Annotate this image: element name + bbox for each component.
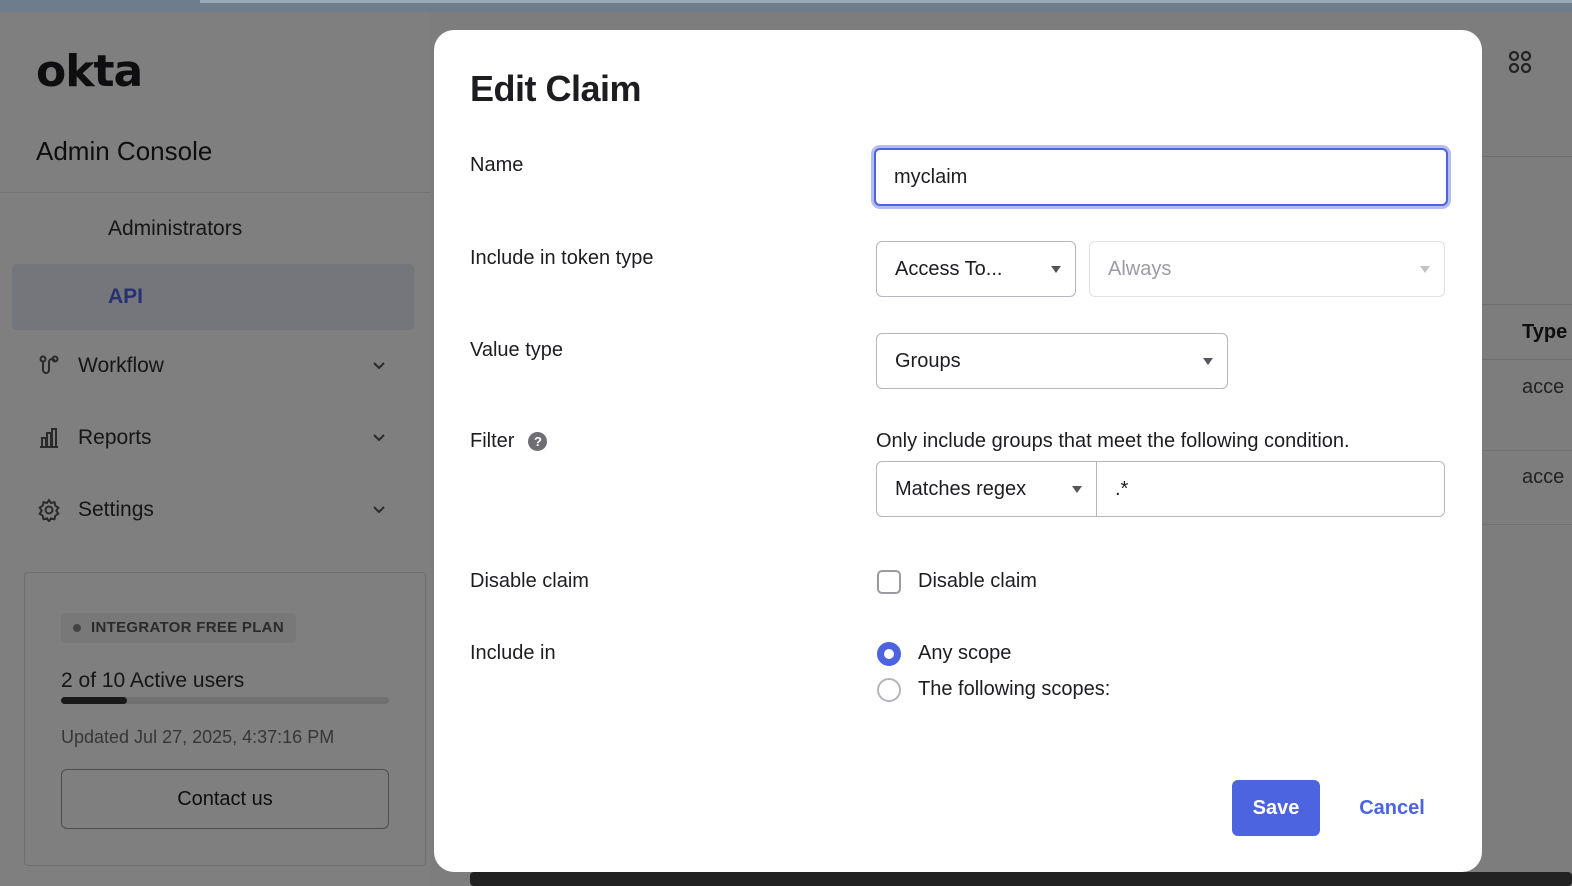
filter-operator-value: Matches regex	[895, 477, 1027, 500]
token-type-label: Include in token type	[470, 247, 654, 269]
cancel-button[interactable]: Cancel	[1342, 780, 1442, 836]
browser-top-strip	[0, 0, 1572, 12]
disable-claim-label: Disable claim	[470, 570, 589, 592]
top-strip-segment	[200, 0, 1572, 3]
filter-value-input[interactable]: .*	[1097, 461, 1445, 517]
following-scopes-label[interactable]: The following scopes:	[918, 678, 1110, 701]
filter-label: Filter	[470, 430, 515, 452]
filter-label-row: Filter?	[470, 430, 548, 453]
filter-hint: Only include groups that meet the follow…	[876, 430, 1350, 452]
value-type-value: Groups	[895, 349, 961, 372]
token-type-select[interactable]: Access To...	[876, 241, 1076, 297]
token-type-value: Access To...	[895, 257, 1003, 280]
value-type-label: Value type	[470, 339, 564, 361]
edit-claim-dialog: Edit Claim Name myclaim Include in token…	[434, 30, 1482, 872]
save-button[interactable]: Save	[1232, 780, 1320, 836]
include-in-label: Include in	[470, 642, 556, 664]
value-type-select[interactable]: Groups	[876, 333, 1228, 389]
disable-claim-checkbox[interactable]	[877, 570, 901, 594]
filter-operator-select[interactable]: Matches regex	[876, 461, 1097, 517]
following-scopes-radio[interactable]	[877, 678, 901, 702]
any-scope-label[interactable]: Any scope	[918, 642, 1011, 665]
name-label: Name	[470, 154, 524, 176]
disable-claim-checkbox-label[interactable]: Disable claim	[918, 570, 1037, 593]
caret-down-icon	[1203, 358, 1213, 365]
token-when-select: Always	[1089, 241, 1445, 297]
help-icon[interactable]: ?	[528, 432, 548, 451]
dialog-title: Edit Claim	[470, 68, 642, 109]
any-scope-radio[interactable]	[877, 642, 901, 666]
caret-down-icon	[1051, 266, 1061, 273]
token-when-value: Always	[1108, 257, 1172, 280]
name-input[interactable]: myclaim	[874, 148, 1448, 206]
caret-down-icon	[1072, 486, 1082, 493]
caret-down-icon	[1420, 266, 1430, 273]
